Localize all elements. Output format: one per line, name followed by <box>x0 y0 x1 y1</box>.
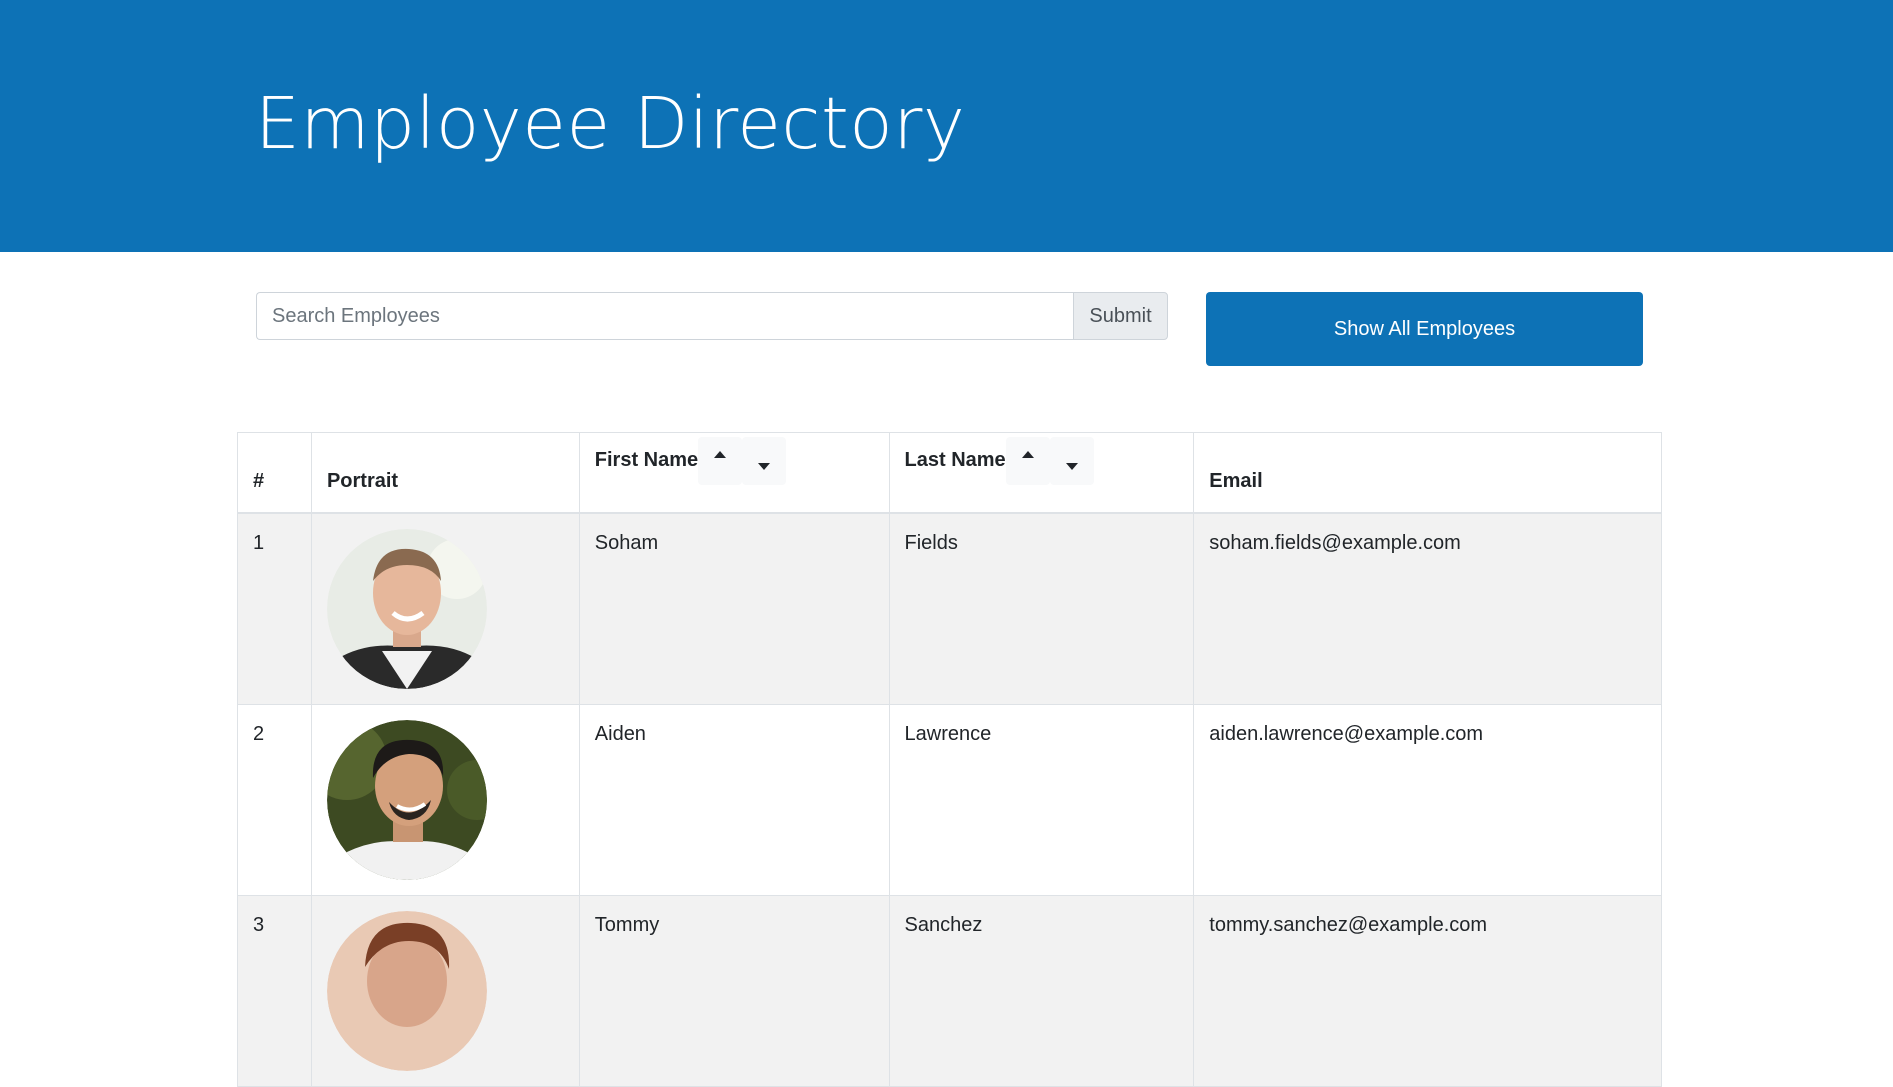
search-form: Submit <box>256 292 1168 340</box>
portrait-cell <box>310 512 580 705</box>
last-name-header-label: Last Name <box>904 449 1006 471</box>
sort-last-name-asc-button[interactable] <box>1005 436 1050 485</box>
header-banner: Employee Directory <box>0 0 1893 252</box>
sort-first-name-asc-button[interactable] <box>698 436 743 485</box>
sort-last-name-desc-button[interactable] <box>1049 436 1094 485</box>
last-name-cell: Sanchez <box>888 894 1195 1087</box>
row-index: 2 <box>237 703 312 896</box>
employee-portrait <box>326 910 487 1071</box>
first-name-header-label: First Name <box>594 449 699 471</box>
first-name-cell: Aiden <box>578 703 890 896</box>
row-index: 1 <box>237 512 312 705</box>
column-header-first-name: First Name <box>578 432 890 514</box>
page-title: Employee Directory <box>255 82 966 165</box>
last-name-cell: Fields <box>888 512 1195 705</box>
last-name-cell: Lawrence <box>888 703 1195 896</box>
portrait-cell <box>310 894 580 1087</box>
column-header-last-name: Last Name <box>888 432 1195 514</box>
column-header-index: # <box>237 432 312 514</box>
first-name-cell: Soham <box>578 512 890 705</box>
table-row: 2 Aiden Lawrence aiden.lawrence@example.… <box>237 703 1662 896</box>
caret-up-icon <box>1021 451 1034 458</box>
sort-first-name-desc-button[interactable] <box>742 436 787 485</box>
row-index: 3 <box>237 894 312 1087</box>
employee-table: # Portrait First Name Last Name Email 1 … <box>237 432 1662 1087</box>
employee-portrait <box>326 719 487 880</box>
table-row: 3 Tommy Sanchez tommy.sanchez@example.co… <box>237 894 1662 1087</box>
email-cell: soham.fields@example.com <box>1193 512 1662 705</box>
email-cell: tommy.sanchez@example.com <box>1193 894 1662 1087</box>
column-header-portrait: Portrait <box>310 432 580 514</box>
employee-portrait <box>326 528 487 689</box>
email-cell: aiden.lawrence@example.com <box>1193 703 1662 896</box>
submit-button[interactable]: Submit <box>1073 292 1168 340</box>
search-input[interactable] <box>256 292 1073 340</box>
table-header-row: # Portrait First Name Last Name Email <box>237 432 1662 514</box>
table-row: 1 Soham Fields soham.fields@example.com <box>237 512 1662 705</box>
show-all-employees-button[interactable]: Show All Employees <box>1206 292 1643 366</box>
caret-down-icon <box>1065 463 1078 470</box>
first-name-cell: Tommy <box>578 894 890 1087</box>
caret-up-icon <box>714 451 727 458</box>
portrait-cell <box>310 703 580 896</box>
caret-down-icon <box>758 463 771 470</box>
column-header-email: Email <box>1193 432 1662 514</box>
